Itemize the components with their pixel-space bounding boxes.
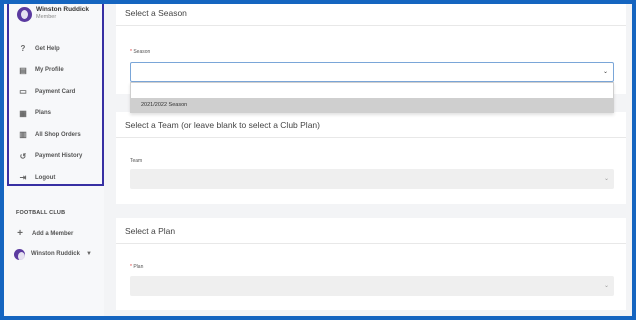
- logout-icon: ⇥: [19, 173, 27, 183]
- sidebar-item-label: Plans: [35, 110, 52, 117]
- member-switcher[interactable]: Winston Ruddick ▼: [14, 248, 92, 260]
- plan-card-title: Select a Plan: [116, 218, 626, 244]
- credit-card-icon: ▭: [19, 87, 27, 97]
- sidebar-item-label: Logout: [35, 174, 56, 181]
- season-label-text: Season: [133, 49, 151, 55]
- plus-icon: +: [17, 228, 23, 239]
- team-select[interactable]: ⌄: [130, 169, 614, 189]
- team-card-title: Select a Team (or leave blank to select …: [116, 112, 626, 138]
- plan-label: * Plan: [130, 264, 143, 270]
- question-icon: ?: [20, 44, 26, 54]
- season-dropdown: 2021/2022 Season: [130, 82, 614, 113]
- sidebar-item-get-help[interactable]: ? Get Help: [17, 38, 82, 60]
- club-section-title: FOOTBALL CLUB: [16, 210, 66, 216]
- sidebar-item-logout[interactable]: ⇥ Logout: [17, 167, 82, 189]
- plan-select[interactable]: ⌄: [130, 276, 614, 296]
- season-option[interactable]: 2021/2022 Season: [131, 98, 613, 112]
- required-marker: *: [130, 264, 132, 270]
- history-icon: ↺: [19, 151, 27, 161]
- sidebar-item-plans[interactable]: ▦ Plans: [17, 103, 82, 125]
- member-name: Winston Ruddick: [31, 251, 80, 257]
- avatar[interactable]: [17, 7, 32, 22]
- sidebar-item-label: Payment History: [35, 153, 83, 160]
- account-menu: ? Get Help ▤ My Profile ▭ Payment Card ▦…: [17, 38, 82, 189]
- member-avatar: [14, 249, 25, 260]
- plan-card: Select a Plan * Plan ⌄: [116, 218, 626, 310]
- profile-menu-highlight: Winston Ruddick Member ? Get Help ▤ My P…: [7, 4, 104, 186]
- user-name: Winston Ruddick: [36, 6, 90, 13]
- user-header: Winston Ruddick Member: [17, 6, 89, 22]
- team-label: Team: [130, 158, 143, 164]
- season-card-title: Select a Season: [116, 4, 626, 26]
- required-marker: *: [130, 49, 132, 55]
- chevron-down-icon: ⌄: [603, 283, 609, 289]
- season-label: * Season: [130, 49, 150, 55]
- add-member-label: Add a Member: [32, 230, 74, 237]
- sidebar-item-label: Payment Card: [35, 88, 76, 95]
- plan-label-text: Plan: [133, 264, 144, 270]
- team-card: Select a Team (or leave blank to select …: [116, 112, 626, 204]
- chevron-down-icon: ⌄: [603, 176, 609, 182]
- sidebar-item-label: Get Help: [35, 45, 60, 52]
- add-member-button[interactable]: + Add a Member: [14, 228, 73, 239]
- main-content: Select a Season * Season ⌄ Select a Team…: [116, 4, 626, 316]
- season-option-empty[interactable]: [131, 83, 613, 98]
- chevron-down-icon: ⌄: [602, 69, 608, 75]
- sidebar: Winston Ruddick Member ? Get Help ▤ My P…: [4, 4, 104, 316]
- sidebar-item-my-profile[interactable]: ▤ My Profile: [17, 60, 82, 82]
- clipboard-icon: ▦: [19, 108, 27, 118]
- receipt-icon: ▥: [19, 130, 27, 140]
- app-frame: Winston Ruddick Member ? Get Help ▤ My P…: [4, 4, 632, 316]
- season-card: Select a Season * Season ⌄: [116, 4, 626, 94]
- caret-down-icon: ▼: [85, 251, 92, 257]
- user-role: Member: [36, 14, 57, 20]
- sidebar-item-all-shop-orders[interactable]: ▥ All Shop Orders: [17, 124, 82, 146]
- sidebar-item-label: My Profile: [35, 67, 64, 74]
- sidebar-item-payment-card[interactable]: ▭ Payment Card: [17, 81, 82, 103]
- id-card-icon: ▤: [19, 65, 27, 75]
- season-select[interactable]: ⌄: [130, 62, 614, 82]
- sidebar-item-payment-history[interactable]: ↺ Payment History: [17, 146, 83, 168]
- sidebar-item-label: All Shop Orders: [35, 131, 81, 138]
